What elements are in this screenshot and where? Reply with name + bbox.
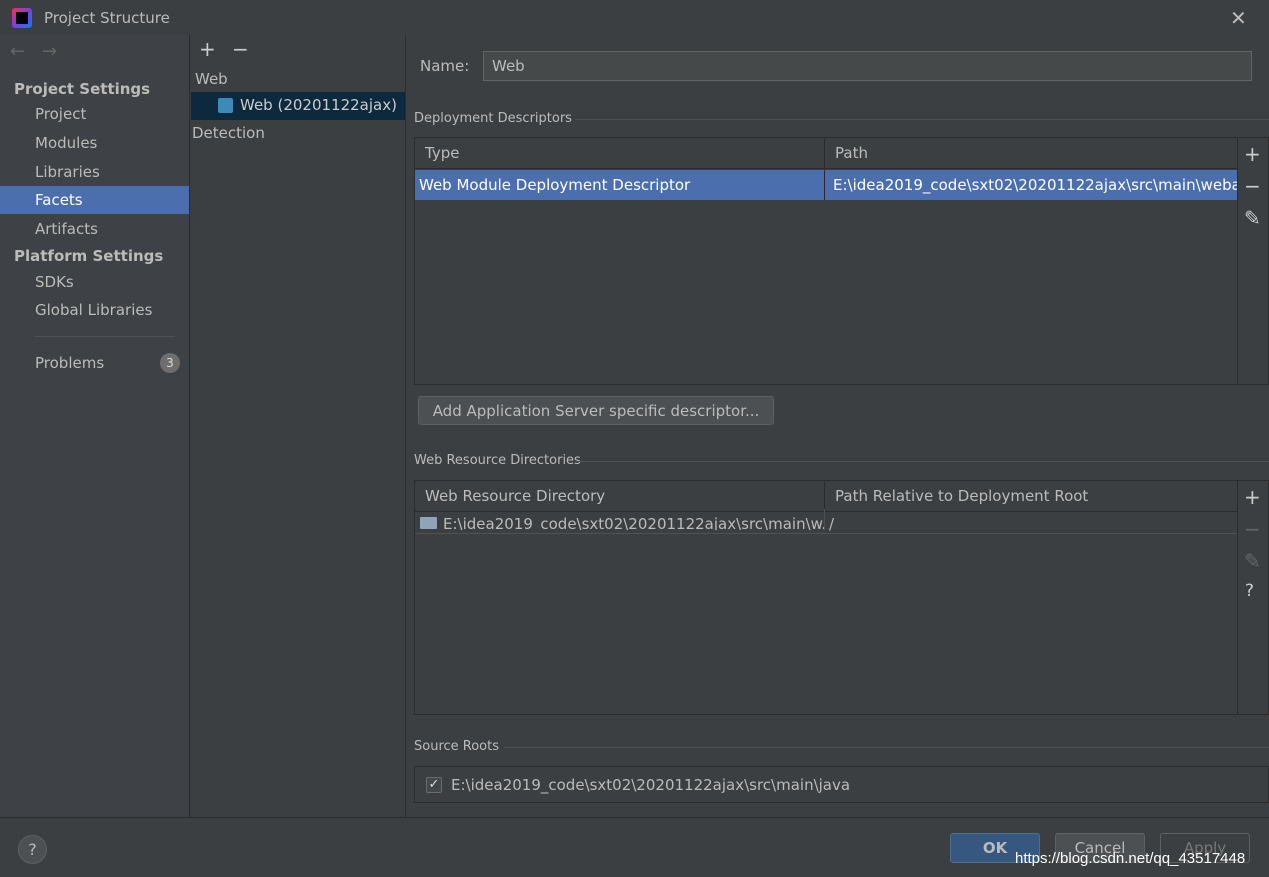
table-row[interactable]: E:\idea2019_code\sxt02\20201122ajax\src\… <box>415 509 1237 534</box>
section-project-settings: Project Settings <box>14 80 151 98</box>
deployment-descriptors-title: Deployment Descriptors <box>414 111 572 126</box>
deployment-descriptors-table: Type Path Web Module Deployment Descript… <box>414 137 1238 385</box>
cell-relative-path: / <box>829 515 835 533</box>
tree-item-web-facet[interactable]: Web (20201122ajax) <box>191 92 405 120</box>
source-root-path: E:\idea2019_code\sxt02\20201122ajax\src\… <box>451 776 851 794</box>
intellij-logo-icon <box>12 8 32 28</box>
column-path[interactable]: Path <box>825 138 878 168</box>
sidebar: ← → Project Settings Project Modules Lib… <box>0 35 190 817</box>
divider <box>504 747 1269 748</box>
add-facet-button[interactable]: + <box>199 37 216 61</box>
web-resource-table: Web Resource Directory Path Relative to … <box>414 480 1238 715</box>
cell-type: Web Module Deployment Descriptor <box>415 170 825 200</box>
source-roots-title: Source Roots <box>414 739 500 754</box>
problems-count-badge: 3 <box>160 353 180 373</box>
name-input[interactable] <box>483 51 1252 81</box>
column-web-resource-directory[interactable]: Web Resource Directory <box>415 481 825 512</box>
close-icon[interactable]: ✕ <box>1230 6 1247 30</box>
forward-arrow-icon[interactable]: → <box>42 41 57 62</box>
sidebar-item-facets[interactable]: Facets <box>0 186 189 214</box>
edit-icon[interactable]: ✎ <box>1244 206 1261 230</box>
dialog-footer: ? OK Cancel Apply https://blog.csdn.net/… <box>0 817 1269 877</box>
sidebar-item-libraries[interactable]: Libraries <box>0 158 189 186</box>
divider <box>35 336 175 337</box>
descriptor-toolbar: + − ✎ <box>1237 137 1269 385</box>
divider <box>575 119 1269 120</box>
sidebar-item-artifacts[interactable]: Artifacts <box>0 215 189 243</box>
watermark: https://blog.csdn.net/qq_43517448 <box>1015 850 1246 867</box>
back-arrow-icon[interactable]: ← <box>10 41 25 62</box>
web-resource-directories-title: Web Resource Directories <box>414 453 581 468</box>
source-root-checkbox[interactable]: ✓ <box>426 777 442 793</box>
column-type[interactable]: Type <box>415 138 825 169</box>
add-icon[interactable]: + <box>1244 485 1261 509</box>
facet-tree-panel: + − Web Web (20201122ajax) Detection <box>191 35 406 817</box>
cell-directory: E:\idea2019_code\sxt02\20201122ajax\src\… <box>433 509 825 530</box>
name-label: Name: <box>420 57 470 75</box>
help-button[interactable]: ? <box>18 835 47 864</box>
sidebar-item-sdks[interactable]: SDKs <box>0 268 189 296</box>
add-icon[interactable]: + <box>1244 142 1261 166</box>
sidebar-item-project[interactable]: Project <box>0 100 189 128</box>
resource-toolbar: + − ✎ ? <box>1237 480 1269 715</box>
source-root-row: ✓ E:\idea2019_code\sxt02\20201122ajax\sr… <box>414 766 1269 803</box>
table-header: Web Resource Directory Path Relative to … <box>415 481 1237 512</box>
column-relative-path[interactable]: Path Relative to Deployment Root <box>825 481 1098 511</box>
add-server-descriptor-button[interactable]: Add Application Server specific descript… <box>418 396 774 425</box>
help-icon[interactable]: ? <box>1245 581 1254 601</box>
facet-details: Name: Deployment Descriptors Type Path W… <box>407 35 1269 817</box>
edit-icon[interactable]: ✎ <box>1244 549 1261 573</box>
window-title: Project Structure <box>44 9 170 27</box>
section-platform-settings: Platform Settings <box>14 247 164 265</box>
sidebar-item-modules[interactable]: Modules <box>0 129 189 157</box>
title-bar: Project Structure ✕ <box>0 0 1269 35</box>
tree-group-web[interactable]: Web <box>195 70 228 88</box>
remove-icon[interactable]: − <box>1244 517 1261 541</box>
remove-icon[interactable]: − <box>1244 174 1261 198</box>
table-header: Type Path <box>415 138 1237 169</box>
divider <box>579 461 1269 462</box>
tree-item-label: Web (20201122ajax) <box>240 96 397 114</box>
remove-facet-button[interactable]: − <box>232 37 249 61</box>
table-row[interactable]: Web Module Deployment Descriptor E:\idea… <box>415 170 1237 200</box>
web-facet-icon <box>218 98 233 113</box>
tree-item-detection[interactable]: Detection <box>192 124 265 142</box>
cell-path: E:\idea2019_code\sxt02\20201122ajax\src\… <box>833 176 1237 194</box>
sidebar-item-global-libraries[interactable]: Global Libraries <box>0 296 189 324</box>
